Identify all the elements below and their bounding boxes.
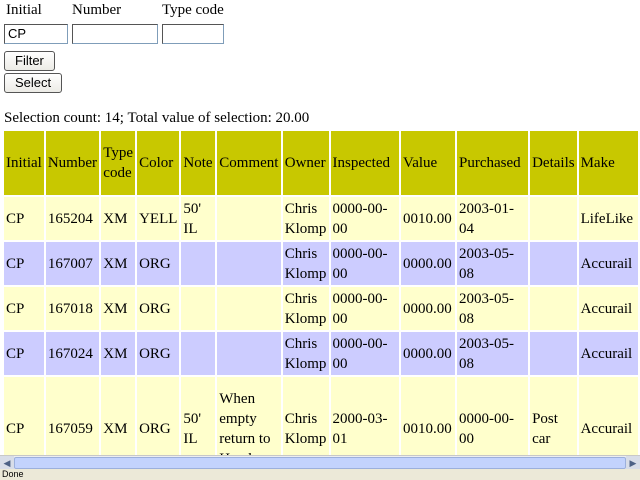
cell-number: 167024: [45, 332, 100, 375]
cell-make: Accurail: [578, 377, 638, 455]
cell-comment: [217, 287, 281, 330]
cell-initial: CP: [4, 287, 44, 330]
scrollbar-thumb[interactable]: [14, 457, 626, 469]
cell-details: [530, 332, 577, 375]
cell-make: LifeLike: [578, 197, 638, 240]
cell-details: [530, 197, 577, 240]
cell-initial: CP: [4, 377, 44, 455]
cell-details: Post car: [530, 377, 577, 455]
cell-inspected: 2000-03-01: [330, 377, 400, 455]
cell-note: [181, 332, 216, 375]
cell-comment: [217, 242, 281, 285]
table-header-row: Initial Number Type code Color Note Comm…: [4, 131, 638, 195]
cell-number: 165204: [45, 197, 100, 240]
cell-type-code: XM: [101, 377, 136, 455]
status-text: Done: [2, 469, 24, 479]
number-input[interactable]: [72, 24, 158, 44]
horizontal-scrollbar[interactable]: ◀ ▶: [0, 455, 640, 470]
header-color[interactable]: Color: [137, 131, 180, 195]
inventory-table: Initial Number Type code Color Note Comm…: [2, 129, 640, 455]
cell-inspected: 0000-00-00: [330, 242, 400, 285]
table-row[interactable]: CP 167059 XM ORG 50' IL When empty retur…: [4, 377, 638, 455]
cell-inspected: 0000-00-00: [330, 197, 400, 240]
header-make[interactable]: Make: [578, 131, 638, 195]
inventory-table-viewport: Initial Number Type code Color Note Comm…: [0, 129, 640, 455]
cell-type-code: XM: [101, 287, 136, 330]
cell-value: 0000.00: [401, 242, 455, 285]
cell-purchased: 0000-00-00: [457, 377, 529, 455]
cell-details: [530, 287, 577, 330]
header-purchased[interactable]: Purchased: [457, 131, 529, 195]
header-type-code[interactable]: Type code: [101, 131, 136, 195]
cell-purchased: 2003-05-08: [457, 332, 529, 375]
scroll-left-arrow-icon[interactable]: ◀: [0, 456, 14, 470]
cell-initial: CP: [4, 242, 44, 285]
cell-owner: Chris Klomp: [282, 332, 329, 375]
table-row[interactable]: CP 165204 XM YELL 50' IL Chris Klomp 000…: [4, 197, 638, 240]
cell-inspected: 0000-00-00: [330, 287, 400, 330]
cell-inspected: 0000-00-00: [330, 332, 400, 375]
cell-type-code: XM: [101, 242, 136, 285]
cell-number: 167059: [45, 377, 100, 455]
cell-purchased: 2003-05-08: [457, 287, 529, 330]
cell-color: ORG: [137, 242, 180, 285]
table-row[interactable]: CP 167018 XM ORG Chris Klomp 0000-00-00 …: [4, 287, 638, 330]
cell-value: 0010.00: [401, 377, 455, 455]
header-comment[interactable]: Comment: [217, 131, 281, 195]
select-button[interactable]: Select: [4, 73, 63, 93]
header-number[interactable]: Number: [45, 131, 100, 195]
cell-make: Accurail: [578, 332, 638, 375]
type-code-input[interactable]: [162, 24, 224, 44]
header-inspected[interactable]: Inspected: [330, 131, 400, 195]
status-bar: Done: [0, 469, 640, 480]
cell-note: [181, 242, 216, 285]
table-row[interactable]: CP 167007 XM ORG Chris Klomp 0000-00-00 …: [4, 242, 638, 285]
cell-type-code: XM: [101, 332, 136, 375]
cell-note: [181, 287, 216, 330]
table-row[interactable]: CP 167024 XM ORG Chris Klomp 0000-00-00 …: [4, 332, 638, 375]
initial-label: Initial: [6, 2, 42, 18]
cell-note: 50' IL: [181, 197, 216, 240]
header-initial[interactable]: Initial: [4, 131, 44, 195]
cell-number: 167018: [45, 287, 100, 330]
selection-summary: Selection count: 14; Total value of sele…: [4, 110, 310, 126]
cell-number: 167007: [45, 242, 100, 285]
cell-value: 0000.00: [401, 332, 455, 375]
header-value[interactable]: Value: [401, 131, 455, 195]
cell-color: ORG: [137, 332, 180, 375]
cell-initial: CP: [4, 197, 44, 240]
initial-input[interactable]: CP: [4, 24, 68, 44]
cell-purchased: 2003-01-04: [457, 197, 529, 240]
cell-comment: [217, 332, 281, 375]
header-details[interactable]: Details: [530, 131, 577, 195]
cell-owner: Chris Klomp: [282, 242, 329, 285]
cell-note: 50' IL: [181, 377, 216, 455]
header-note[interactable]: Note: [181, 131, 216, 195]
cell-color: ORG: [137, 377, 180, 455]
cell-type-code: XM: [101, 197, 136, 240]
number-label: Number: [72, 2, 122, 18]
header-owner[interactable]: Owner: [282, 131, 329, 195]
cell-color: YELL: [137, 197, 180, 240]
cell-owner: Chris Klomp: [282, 377, 329, 455]
type-code-label: Type code: [162, 2, 224, 18]
cell-make: Accurail: [578, 287, 638, 330]
cell-initial: CP: [4, 332, 44, 375]
cell-owner: Chris Klomp: [282, 197, 329, 240]
cell-comment: When empty return to Handover: [217, 377, 281, 455]
cell-color: ORG: [137, 287, 180, 330]
filter-button[interactable]: Filter: [4, 51, 55, 71]
cell-owner: Chris Klomp: [282, 287, 329, 330]
cell-value: 0000.00: [401, 287, 455, 330]
scroll-right-arrow-icon[interactable]: ▶: [626, 456, 640, 470]
cell-details: [530, 242, 577, 285]
cell-value: 0010.00: [401, 197, 455, 240]
cell-comment: [217, 197, 281, 240]
cell-purchased: 2003-05-08: [457, 242, 529, 285]
cell-make: Accurail: [578, 242, 638, 285]
